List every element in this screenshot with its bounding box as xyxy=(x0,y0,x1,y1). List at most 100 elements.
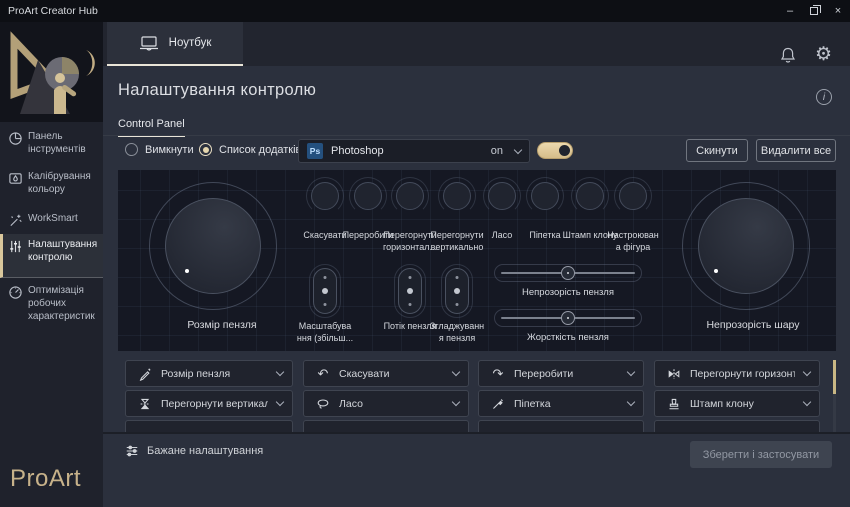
flip-vertical-dial-button[interactable] xyxy=(443,182,471,210)
mapping-label: Ласо xyxy=(339,398,444,410)
mapping-label: Скасувати xyxy=(339,368,444,380)
notifications-button[interactable] xyxy=(779,46,797,70)
radio-app-list[interactable]: Список додатків xyxy=(199,143,301,156)
eyedropper-dial-button[interactable] xyxy=(531,182,559,210)
minimize-button[interactable]: – xyxy=(778,0,802,22)
magic-wand-icon xyxy=(8,213,23,228)
control-settings-icon xyxy=(8,239,23,254)
close-button[interactable]: × xyxy=(826,0,850,22)
brush-smoothing-slider[interactable] xyxy=(445,268,469,314)
mapping-dropdown-flip-horizontal[interactable]: Перегорнути горизонтально xyxy=(654,360,820,387)
mapping-dropdown-redo[interactable]: ↷ Переробити xyxy=(478,360,644,387)
scrollbar[interactable] xyxy=(833,360,836,432)
custom-shape-dial-button[interactable] xyxy=(619,182,647,210)
photoshop-icon: Ps xyxy=(307,143,323,159)
chevron-down-icon xyxy=(627,398,635,406)
chevron-down-icon xyxy=(514,145,522,153)
left-dial-indicator xyxy=(185,269,189,273)
redo-dial-button[interactable] xyxy=(354,182,382,210)
sidebar-item-label: WorkSmart xyxy=(28,212,78,228)
mapping-label: Піпетка xyxy=(514,398,619,410)
sidebar-item-dashboard[interactable]: Панель інструментів xyxy=(0,126,103,160)
app-select-dropdown[interactable]: Ps Photoshop on xyxy=(298,139,530,163)
layer-opacity-dial[interactable] xyxy=(698,198,794,294)
chevron-down-icon xyxy=(452,398,460,406)
mapping-dropdown-partial[interactable] xyxy=(303,420,469,432)
mapping-dropdown-brush-size[interactable]: Розмір пензля xyxy=(125,360,293,387)
artwork-graphic xyxy=(0,22,103,122)
mapping-dropdown-undo[interactable]: ↶ Скасувати xyxy=(303,360,469,387)
brush-flow-slider[interactable] xyxy=(398,268,422,314)
mapping-label: Штамп клону xyxy=(690,398,795,410)
sidebar-item-performance-optimization[interactable]: Оптимізація робочих характеристик xyxy=(0,280,103,327)
color-calibration-icon xyxy=(8,171,23,186)
save-apply-button[interactable]: Зберегти і застосувати xyxy=(690,441,832,468)
lasso-icon xyxy=(316,397,330,411)
mapping-label: Перегорнути горизонтально xyxy=(690,368,795,380)
tab-laptop[interactable]: Ноутбук xyxy=(107,22,243,66)
preferred-settings-button[interactable]: Бажане налаштування xyxy=(125,444,263,458)
brush-hardness-slider[interactable] xyxy=(494,309,642,327)
sidebar-item-label: Панель інструментів xyxy=(28,130,97,156)
mapping-dropdown-partial[interactable] xyxy=(478,420,644,432)
chevron-down-icon xyxy=(276,368,284,376)
brush-hardness-knob[interactable] xyxy=(561,311,575,325)
mapping-dropdown-flip-vertical[interactable]: Перегорнути вертикально xyxy=(125,390,293,417)
undo-icon: ↶ xyxy=(316,367,330,380)
sidebar-item-worksmart[interactable]: WorkSmart xyxy=(0,208,103,232)
radio-disable-label: Вимкнути xyxy=(145,144,194,156)
reset-button[interactable]: Скинути xyxy=(686,139,748,162)
brush-opacity-knob[interactable] xyxy=(561,266,575,280)
gauge-icon xyxy=(8,285,23,300)
preferences-sliders-icon xyxy=(125,444,139,458)
sidebar-item-color-calibration[interactable]: Калібрування кольору xyxy=(0,166,103,200)
brush-opacity-slider[interactable] xyxy=(494,264,642,282)
mapping-dropdown-lasso[interactable]: Ласо xyxy=(303,390,469,417)
sidebar-item-label: Оптимізація робочих характеристик xyxy=(28,284,97,323)
right-dial-label: Непрозорість шару xyxy=(673,319,833,331)
proart-artwork xyxy=(0,22,103,122)
brush-hardness-label: Жорсткість пензля xyxy=(494,332,642,343)
preferred-settings-label: Бажане налаштування xyxy=(147,445,263,457)
brush-smoothing-label: Згладжуванн я пензля xyxy=(420,320,494,344)
app-enable-toggle[interactable] xyxy=(537,142,573,159)
radio-app-list-dot xyxy=(199,143,212,156)
lasso-dial-button[interactable] xyxy=(488,182,516,210)
chevron-down-icon xyxy=(452,368,460,376)
zoom-slider-label: Масштабува ння (збільш... xyxy=(288,320,362,344)
dashboard-icon xyxy=(8,131,23,146)
sidebar-item-label: Калібрування кольору xyxy=(28,170,97,196)
restore-button[interactable] xyxy=(802,0,826,22)
mapping-dropdown-partial[interactable] xyxy=(654,420,820,432)
eyedropper-icon xyxy=(491,397,505,411)
titlebar: ProArt Creator Hub – × xyxy=(0,0,850,22)
zoom-slider[interactable] xyxy=(313,268,337,314)
mapping-dropdown-grid: Розмір пензля ↶ Скасувати ↷ Переробити П… xyxy=(103,360,850,432)
undo-dial-button[interactable] xyxy=(311,182,339,210)
clone-stamp-icon xyxy=(667,397,681,411)
flip-vertical-icon xyxy=(138,397,152,411)
settings-button[interactable]: ⚙ xyxy=(815,43,832,66)
radio-disable[interactable]: Вимкнути xyxy=(125,143,194,156)
laptop-icon xyxy=(139,36,159,51)
scrollbar-thumb[interactable] xyxy=(833,360,836,394)
chevron-down-icon xyxy=(627,368,635,376)
mapping-dropdown-eyedropper[interactable]: Піпетка xyxy=(478,390,644,417)
brush-opacity-label: Непрозорість пензля xyxy=(494,287,642,298)
mapping-dropdown-clone-stamp[interactable]: Штамп клону xyxy=(654,390,820,417)
flip-horizontal-dial-button[interactable] xyxy=(396,182,424,210)
brush-size-dial[interactable] xyxy=(165,198,261,294)
radio-disable-dot xyxy=(125,143,138,156)
sidebar-item-label: Налаштування контролю xyxy=(28,238,97,273)
radio-app-list-label: Список додатків xyxy=(219,144,301,156)
delete-all-button[interactable]: Видалити все xyxy=(756,139,836,162)
info-icon[interactable]: i xyxy=(816,89,832,105)
custom-shape-label: Настроюван а фігура xyxy=(600,229,666,253)
mapping-dropdown-partial[interactable] xyxy=(125,420,293,432)
restore-icon xyxy=(810,7,818,15)
mapping-label: Розмір пензля xyxy=(161,368,268,380)
clone-stamp-dial-button[interactable] xyxy=(576,182,604,210)
chevron-down-icon xyxy=(803,368,811,376)
page-title: Налаштування контролю xyxy=(118,81,316,100)
sidebar-item-control-settings[interactable]: Налаштування контролю xyxy=(0,234,103,278)
